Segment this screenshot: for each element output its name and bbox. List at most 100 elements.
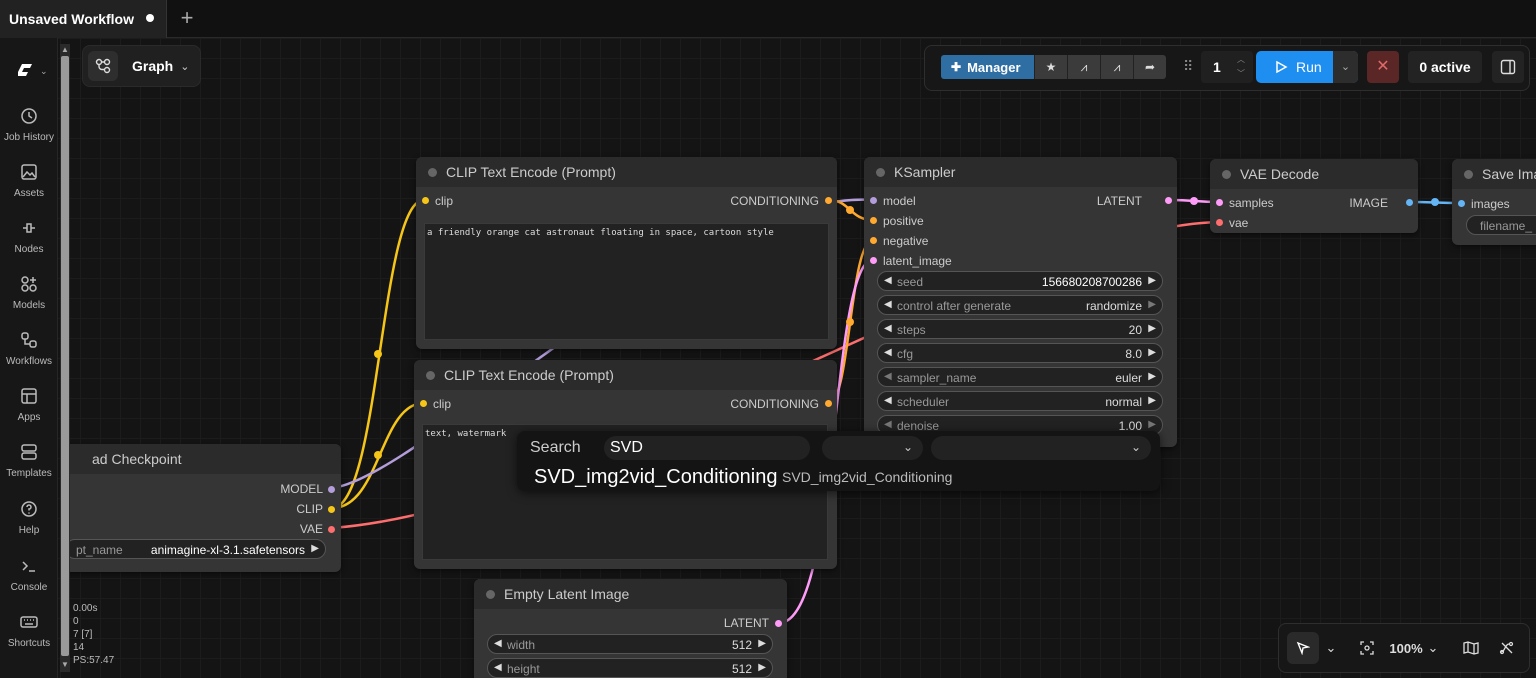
input-latent-image-dot[interactable] [870,257,877,264]
filename-prefix-widget[interactable]: filename_ [1466,215,1536,235]
chevron-down-icon[interactable]: ⌄ [40,66,48,77]
model-manager-icon[interactable]: ⩘ [1067,55,1100,79]
arrow-left-icon[interactable]: ◀ [494,662,502,673]
sidebar-item-assets[interactable]: Assets [0,162,58,199]
arrow-right-icon[interactable]: ▶ [1148,395,1156,406]
arrow-right-icon[interactable]: ▶ [1148,371,1156,382]
arrow-right-icon[interactable]: ▶ [1148,347,1156,358]
arrow-right-icon[interactable]: ▶ [1148,275,1156,286]
new-tab-plus-icon[interactable]: + [176,6,198,30]
filter-dropdown-1[interactable]: ⌄ [822,436,923,460]
toggle-panel-icon[interactable] [1492,51,1524,83]
ckpt-name-widget[interactable]: pt_name animagine-xl-3.1.safetensors ▶ [65,539,326,559]
search-input[interactable] [604,436,810,460]
arrow-right-icon[interactable]: ▶ [758,638,766,649]
fit-view-icon[interactable] [1353,632,1381,664]
arrow-right-icon[interactable]: ▶ [758,662,766,673]
sampler-name-widget[interactable]: ◀ sampler_name euler ▶ [877,367,1163,387]
sidebar-item-apps[interactable]: Apps [0,386,58,423]
cfg-widget[interactable]: ◀ cfg 8.0 ▶ [877,343,1163,363]
sidebar-item-nodes[interactable]: Nodes [0,218,58,255]
share-icon[interactable]: ➦ [1133,55,1166,79]
sidebar-item-console[interactable]: Console [0,556,58,593]
input-vae-dot[interactable] [1216,219,1223,226]
arrow-right-icon[interactable]: ▶ [1148,323,1156,334]
height-widget[interactable]: ◀ height 512 ▶ [487,658,773,678]
arrow-left-icon[interactable]: ◀ [884,275,892,286]
arrow-left-icon[interactable]: ◀ [884,347,892,358]
prompt-textarea[interactable]: a friendly orange cat astronaut floating… [424,223,829,340]
input-clip-dot[interactable] [422,197,429,204]
drag-handle-icon[interactable]: ⠿ [1183,58,1193,75]
model-manager-icon-2[interactable]: ⩘ [1100,55,1133,79]
node-collapse-dot-icon[interactable] [486,590,495,599]
arrow-left-icon[interactable]: ◀ [884,395,892,406]
input-negative-dot[interactable] [870,237,877,244]
save-image-node[interactable]: Save Ima images filename_ [1452,159,1536,245]
search-result-name[interactable]: SVD_img2vid_Conditioning [534,466,777,489]
steps-widget[interactable]: ◀ steps 20 ▶ [877,319,1163,339]
clip-text-encode-node-positive[interactable]: CLIP Text Encode (Prompt) clip CONDITION… [416,157,837,349]
output-image-dot[interactable] [1406,199,1413,206]
scheduler-widget[interactable]: ◀ scheduler normal ▶ [877,391,1163,411]
arrow-left-icon[interactable]: ◀ [884,371,892,382]
sidebar-item-shortcuts[interactable]: Shortcuts [0,612,58,649]
star-icon[interactable]: ★ [1034,55,1067,79]
input-images-dot[interactable] [1458,200,1465,207]
tool-chevron-down-icon[interactable]: ⌄ [1321,632,1341,664]
seed-widget[interactable]: ◀ seed 156680208700286 ▶ [877,271,1163,291]
run-options-chevron-icon[interactable]: ⌄ [1333,51,1358,83]
output-vae-dot[interactable] [328,526,335,533]
arrow-right-icon[interactable]: ▶ [1148,299,1156,310]
arrow-left-icon[interactable]: ◀ [884,323,892,334]
output-conditioning-dot[interactable] [825,197,832,204]
width-widget[interactable]: ◀ width 512 ▶ [487,634,773,654]
load-checkpoint-node[interactable]: ad Checkpoint MODEL CLIP VAE pt_name ani… [65,444,341,572]
graph-mode-button[interactable]: Graph ⌄ [82,45,201,87]
output-latent-dot[interactable] [1165,197,1172,204]
node-collapse-dot-icon[interactable] [1222,170,1231,179]
zoom-level[interactable]: 100% [1387,632,1425,664]
sidebar-item-models[interactable]: Models [0,274,58,311]
arrow-right-icon[interactable]: ▶ [311,543,319,554]
node-collapse-dot-icon[interactable] [876,168,885,177]
manager-button[interactable]: ✚ Manager [941,55,1034,79]
input-samples-dot[interactable] [1216,199,1223,206]
sidebar-item-workflows[interactable]: Workflows [0,330,58,367]
cancel-run-close-icon[interactable]: ✕ [1367,51,1399,83]
arrow-left-icon[interactable]: ◀ [494,638,502,649]
comfy-logo-icon[interactable] [16,60,38,86]
output-conditioning-dot[interactable] [825,400,832,407]
input-model-dot[interactable] [870,197,877,204]
control-after-generate-widget[interactable]: ◀ control after generate randomize ▶ [877,295,1163,315]
hide-links-icon[interactable] [1493,632,1521,664]
workflow-tab[interactable]: Unsaved Workflow [0,0,167,38]
decrement-chevron-icon[interactable]: ﹀ [1237,68,1245,79]
node-collapse-dot-icon[interactable] [428,168,437,177]
input-positive-dot[interactable] [870,217,877,224]
scroll-down-icon[interactable]: ▼ [61,660,69,670]
node-collapse-dot-icon[interactable] [426,371,435,380]
queue-count-stepper[interactable]: 1 ︿ ﹀ [1201,51,1253,83]
minimap-icon[interactable] [1457,632,1485,664]
filter-dropdown-2[interactable]: ⌄ [931,436,1151,460]
output-model-dot[interactable] [328,486,335,493]
arrow-left-icon[interactable]: ◀ [884,419,892,430]
empty-latent-image-node[interactable]: Empty Latent Image LATENT ◀ width 512 ▶ ◀ he… [474,579,787,678]
scrollbar-thumb[interactable] [61,56,69,656]
sidebar-item-job-history[interactable]: Job History [0,106,58,143]
graph-canvas[interactable]: ad Checkpoint MODEL CLIP VAE pt_name ani… [0,38,1536,678]
vae-decode-node[interactable]: VAE Decode samples vae IMAGE [1210,159,1418,233]
output-clip-dot[interactable] [328,506,335,513]
arrow-left-icon[interactable]: ◀ [884,299,892,310]
zoom-chevron-down-icon[interactable]: ⌄ [1425,632,1441,664]
sidebar-scrollbar[interactable]: ▲ ▼ [60,44,70,672]
select-cursor-icon[interactable] [1287,632,1319,664]
input-clip-dot[interactable] [420,400,427,407]
output-latent-dot[interactable] [775,620,782,627]
sidebar-item-templates[interactable]: Templates [0,442,58,479]
search-result-id[interactable]: SVD_img2vid_Conditioning [782,469,952,485]
scroll-up-icon[interactable]: ▲ [61,45,69,55]
node-collapse-dot-icon[interactable] [1464,170,1473,179]
active-queue-button[interactable]: 0 active [1408,51,1482,83]
